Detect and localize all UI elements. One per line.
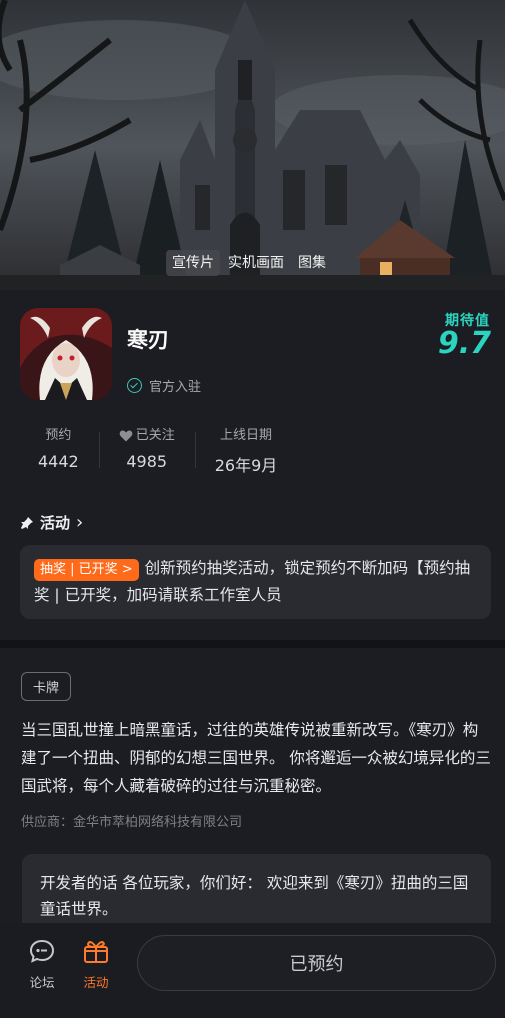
activity-card[interactable]: 抽奖 | 已开奖 > 创新预约抽奖活动，锁定预约不断加码【预约抽奖 | 已开奖，加… bbox=[20, 545, 491, 619]
activity-title: 活动 bbox=[40, 514, 71, 532]
tab-gallery[interactable]: 图集 bbox=[292, 250, 332, 276]
app-icon[interactable] bbox=[20, 308, 112, 400]
stat-followed[interactable]: 已关注 4985 bbox=[98, 426, 195, 476]
stat-label: 上线日期 bbox=[220, 428, 273, 443]
activity-label: 活动 bbox=[83, 975, 109, 990]
stat-value: 4985 bbox=[126, 452, 168, 471]
supplier-text: 供应商：金华市萃柏网络科技有限公司 bbox=[21, 815, 243, 830]
activity-header[interactable]: 活动 › bbox=[20, 512, 83, 533]
lottery-badge: 抽奖 | 已开奖 > bbox=[34, 559, 139, 581]
nav-forum[interactable]: 论坛 bbox=[22, 937, 62, 991]
stat-label-followed: 已关注 bbox=[119, 426, 175, 446]
stat-reservations: 预约 4442 bbox=[18, 426, 99, 476]
stat-value: 26年9月 bbox=[214, 456, 278, 475]
heart-icon bbox=[119, 430, 133, 442]
forum-label: 论坛 bbox=[29, 975, 55, 990]
section-divider bbox=[0, 640, 505, 648]
cathedral-illustration bbox=[0, 0, 505, 290]
official-label: 官方入驻 bbox=[149, 380, 202, 395]
tab-trailer[interactable]: 宣传片 bbox=[166, 250, 220, 276]
app-name: 寒刃 bbox=[127, 328, 169, 352]
gift-icon bbox=[84, 941, 108, 963]
stat-label: 预约 bbox=[45, 428, 72, 443]
chevron-right-icon: › bbox=[76, 512, 84, 533]
developer-note[interactable]: 开发者的话 各位玩家，你们好： 欢迎来到《寒刃》扭曲的三国童话世界。 bbox=[22, 854, 491, 924]
nav-activity[interactable]: 活动 bbox=[76, 937, 116, 991]
stats-row: 预约 4442 已关注 4985 上线日期 26年9月 bbox=[18, 426, 297, 476]
tab-gameplay[interactable]: 实机画面 bbox=[222, 250, 290, 276]
description-text: 当三国乱世撞上暗黑童话，过往的英雄传说被重新改写。《寒刃》构建了一个扭曲、阴郁的… bbox=[21, 721, 491, 795]
pin-icon bbox=[21, 516, 33, 529]
score-value: 9.7 bbox=[437, 326, 491, 361]
reserved-button[interactable]: 已预约 bbox=[137, 935, 496, 991]
hero-banner[interactable]: 宣传片 实机画面 图集 bbox=[0, 0, 505, 290]
stat-release-date: 上线日期 26年9月 bbox=[194, 426, 298, 476]
forum-icon bbox=[29, 939, 55, 963]
game-info: 寒刃 官方入驻 期待值 9.7 预约 4442 已关注 4985 上线日期 26… bbox=[0, 290, 505, 640]
stat-value: 4442 bbox=[38, 452, 79, 471]
genre-tag[interactable]: 卡牌 bbox=[21, 672, 72, 701]
bottom-bar: 论坛 活动 已预约 bbox=[0, 923, 505, 1018]
official-badge: 官方入驻 bbox=[127, 376, 201, 395]
description-section: 卡牌 当三国乱世撞上暗黑童话，过往的英雄传说被重新改写。《寒刃》构建了一个扭曲、… bbox=[0, 648, 505, 924]
media-tabs: 宣传片 实机画面 图集 bbox=[166, 250, 332, 276]
verified-check-icon bbox=[127, 378, 142, 393]
